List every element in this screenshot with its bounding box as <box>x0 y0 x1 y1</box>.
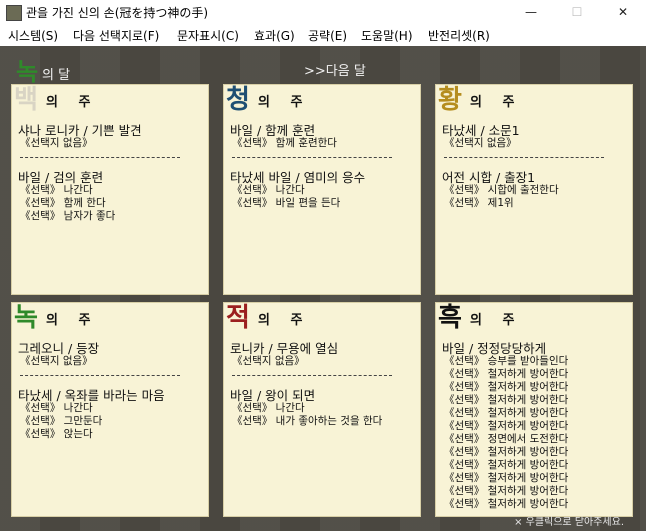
window-title: 관을 가진 신의 손(冠を持つ神の手) <box>26 6 209 20</box>
week-suffix: 의 주 <box>258 95 311 110</box>
choice-item: 《선택지 없음》 <box>232 355 305 367</box>
menu-walkthrough[interactable]: 공략(E) <box>308 27 347 44</box>
close-hint: × 우클릭으로 닫아주세요. <box>514 517 624 528</box>
choice-item: 《선택》 앉는다 <box>20 428 93 440</box>
week-panel-red: 적 의 주 로니카 / 무용에 열심 《선택지 없음》 바일 / 왕이 되면 《… <box>223 302 421 517</box>
week-char: 흑 <box>438 303 462 333</box>
choice-item: 《선택》 함께 한다 <box>20 197 106 209</box>
close-button[interactable]: ✕ <box>600 0 646 24</box>
choice-item: 《선택》 철저하게 방어한다 <box>444 381 569 393</box>
choice-item: 《선택》 승부를 받아들인다 <box>444 355 569 367</box>
minimize-button[interactable]: — <box>508 0 554 24</box>
week-suffix: 의 주 <box>258 313 311 328</box>
divider <box>444 157 604 158</box>
week-panel-black: 흑 의 주 바일 / 정정당당하게 《선택》 승부를 받아들인다 《선택》 철저… <box>435 302 633 517</box>
current-month-label: 의 달 <box>42 68 71 83</box>
choice-item: 《선택지 없음》 <box>20 137 93 149</box>
choice-item: 《선택》 함께 훈련한다 <box>232 137 337 149</box>
next-month-link[interactable]: >>다음 달 <box>304 60 366 79</box>
choice-item: 《선택》 철저하게 방어한다 <box>444 368 569 380</box>
week-char: 백 <box>14 85 38 115</box>
choice-item: 《선택》 나간다 <box>20 184 93 196</box>
choice-item: 《선택》 철저하게 방어한다 <box>444 485 569 497</box>
divider <box>20 157 180 158</box>
menu-reverse-reset[interactable]: 반전리셋(R) <box>428 27 490 44</box>
choice-item: 《선택》 철저하게 방어한다 <box>444 394 569 406</box>
menu-next-choice[interactable]: 다음 선택지로(F) <box>73 27 159 44</box>
week-panel-blue: 청 의 주 바일 / 함께 훈련 《선택》 함께 훈련한다 타났세 바일 / 염… <box>223 84 421 295</box>
choice-item: 《선택》 그만둔다 <box>20 415 103 427</box>
app-icon <box>6 5 22 21</box>
week-suffix: 의 주 <box>46 313 99 328</box>
choice-item: 《선택》 철저하게 방어한다 <box>444 498 569 510</box>
week-panel-yellow: 황 의 주 타났세 / 소문1 《선택지 없음》 어전 시합 / 출장1 《선택… <box>435 84 633 295</box>
choice-item: 《선택》 정면에서 도전한다 <box>444 433 569 445</box>
menu-effects[interactable]: 효과(G) <box>254 27 295 44</box>
choice-item: 《선택지 없음》 <box>444 137 517 149</box>
game-screen: 녹 의 달 >>다음 달 백 의 주 샤나 로니카 / 기쁜 발견 《선택지 없… <box>0 46 646 531</box>
choice-item: 《선택》 시합에 출전한다 <box>444 184 559 196</box>
choice-item: 《선택》 나간다 <box>232 184 305 196</box>
menu-system[interactable]: 시스템(S) <box>8 27 58 44</box>
menu-bar: 시스템(S) 다음 선택지로(F) 문자표시(C) 효과(G) 공략(E) 도움… <box>0 24 646 46</box>
menu-help[interactable]: 도움말(H) <box>361 27 413 44</box>
week-char: 녹 <box>14 303 38 333</box>
choice-item: 《선택》 바일 편을 든다 <box>232 197 341 209</box>
divider <box>232 375 392 376</box>
choice-item: 《선택》 철저하게 방어한다 <box>444 420 569 432</box>
choice-item: 《선택》 철저하게 방어한다 <box>444 407 569 419</box>
choice-item: 《선택》 나간다 <box>232 402 305 414</box>
choice-item: 《선택》 내가 좋아하는 것을 한다 <box>232 415 383 427</box>
title-bar: 관을 가진 신의 손(冠を持つ神の手) — ☐ ✕ <box>0 0 646 25</box>
divider <box>20 375 180 376</box>
current-month-char: 녹 <box>16 57 39 86</box>
choice-item: 《선택》 철저하게 방어한다 <box>444 446 569 458</box>
choice-item: 《선택》 철저하게 방어한다 <box>444 472 569 484</box>
week-suffix: 의 주 <box>46 95 99 110</box>
menu-text-display[interactable]: 문자표시(C) <box>177 27 239 44</box>
week-panel-green: 녹 의 주 그레오니 / 등장 《선택지 없음》 타났세 / 옥좌를 바라는 마… <box>11 302 209 517</box>
choice-item: 《선택》 남자가 좋다 <box>20 210 116 222</box>
choice-item: 《선택지 없음》 <box>20 355 93 367</box>
week-suffix: 의 주 <box>470 95 523 110</box>
divider <box>232 157 392 158</box>
week-char: 적 <box>226 303 250 333</box>
week-suffix: 의 주 <box>470 313 523 328</box>
choice-item: 《선택》 철저하게 방어한다 <box>444 459 569 471</box>
week-char: 청 <box>226 85 250 115</box>
week-char: 황 <box>438 85 462 115</box>
choice-item: 《선택》 제1위 <box>444 197 514 209</box>
maximize-button[interactable]: ☐ <box>554 0 600 24</box>
choice-item: 《선택》 나간다 <box>20 402 93 414</box>
week-panel-white: 백 의 주 샤나 로니카 / 기쁜 발견 《선택지 없음》 바일 / 검의 훈련… <box>11 84 209 295</box>
